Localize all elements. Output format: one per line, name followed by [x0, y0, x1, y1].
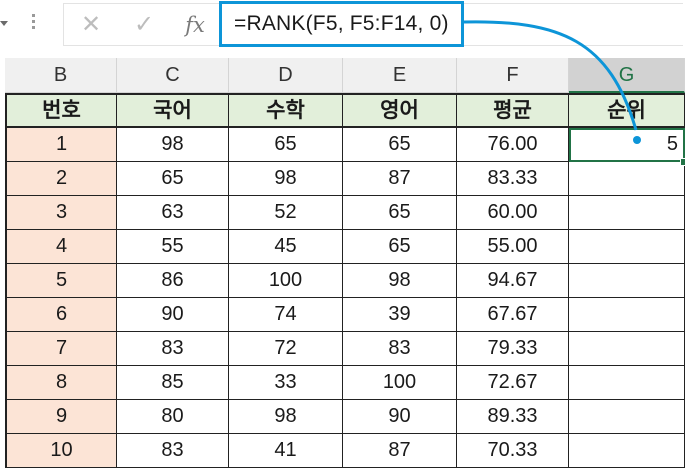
table-cell[interactable]: 90	[343, 400, 457, 434]
table-cell[interactable]: 83.33	[457, 162, 569, 196]
table-cell[interactable]: 83	[117, 434, 229, 468]
column-header-g[interactable]: G	[569, 58, 685, 93]
table-cell[interactable]: 79.33	[457, 332, 569, 366]
formula-buttons: ✕ ✓ fx	[63, 3, 221, 46]
table-cell[interactable]: 1	[5, 128, 117, 162]
table-cell[interactable]: 83	[117, 332, 229, 366]
table-cell[interactable]: 6	[5, 298, 117, 332]
table-cell[interactable]	[569, 332, 685, 366]
table-cell[interactable]: 94.67	[457, 264, 569, 298]
table-cell[interactable]: 83	[343, 332, 457, 366]
table-cell[interactable]: 98	[229, 400, 343, 434]
table-cell[interactable]: 85	[117, 366, 229, 400]
column-header-b[interactable]: B	[5, 58, 117, 93]
table-cell[interactable]: 9	[5, 400, 117, 434]
table-cell[interactable]: 39	[343, 298, 457, 332]
table-cell[interactable]: 45	[229, 230, 343, 264]
table-header-cell[interactable]: 수학	[229, 93, 343, 128]
table-cell[interactable]	[569, 366, 685, 400]
column-header-c[interactable]: C	[117, 58, 229, 93]
fill-handle[interactable]	[680, 158, 685, 166]
enter-icon[interactable]: ✓	[129, 10, 159, 40]
table-cell[interactable]: 67.67	[457, 298, 569, 332]
column-header-f[interactable]: F	[457, 58, 569, 93]
table-header-cell[interactable]: 번호	[5, 93, 117, 128]
table-cell[interactable]: 10	[5, 434, 117, 468]
table-cell[interactable]: 74	[229, 298, 343, 332]
table-cell[interactable]	[569, 196, 685, 230]
table-cell[interactable]: 89.33	[457, 400, 569, 434]
name-box-dropdown[interactable]	[0, 12, 10, 36]
table-cell[interactable]: 5	[5, 264, 117, 298]
table-cell[interactable]: 2	[5, 162, 117, 196]
table-cell[interactable]: 87	[343, 434, 457, 468]
table-cell[interactable]: 86	[117, 264, 229, 298]
table-cell[interactable]: 4	[5, 230, 117, 264]
table-cell[interactable]: 90	[117, 298, 229, 332]
table-cell[interactable]: 80	[117, 400, 229, 434]
table-cell[interactable]: 3	[5, 196, 117, 230]
insert-function-icon[interactable]: fx	[180, 10, 210, 40]
table-header-cell[interactable]: 영어	[343, 93, 457, 128]
table-cell[interactable]: 33	[229, 366, 343, 400]
table-cell[interactable]: 65	[343, 196, 457, 230]
formula-text[interactable]: =RANK(F5, F5:F14, 0)	[234, 12, 449, 36]
table-cell[interactable]	[569, 434, 685, 468]
table-cell[interactable]	[569, 230, 685, 264]
chevron-down-icon	[0, 21, 8, 26]
table-header-cell[interactable]: 국어	[117, 93, 229, 128]
table-cell[interactable]: 55.00	[457, 230, 569, 264]
row-header-edge	[0, 93, 5, 476]
cancel-icon[interactable]: ✕	[76, 10, 106, 40]
table-cell[interactable]: 72	[229, 332, 343, 366]
table-cell[interactable]: 76.00	[457, 128, 569, 162]
table-cell[interactable]: 98	[117, 128, 229, 162]
table-cell[interactable]: 7	[5, 332, 117, 366]
table-cell[interactable]: 52	[229, 196, 343, 230]
table-cell[interactable]: 72.67	[457, 366, 569, 400]
drag-handle-icon[interactable]	[32, 14, 36, 34]
table-cell[interactable]: 60.00	[457, 196, 569, 230]
table-cell[interactable]	[569, 162, 685, 196]
table-cell[interactable]	[569, 264, 685, 298]
table-cell[interactable]: 63	[117, 196, 229, 230]
table-cell[interactable]	[569, 400, 685, 434]
table-cell[interactable]: 8	[5, 366, 117, 400]
table-cell[interactable]: 55	[117, 230, 229, 264]
table-cell[interactable]: 65	[229, 128, 343, 162]
table-header-cell[interactable]: 평균	[457, 93, 569, 128]
column-header-d[interactable]: D	[229, 58, 343, 93]
column-header-e[interactable]: E	[343, 58, 457, 93]
table-cell[interactable]: 87	[343, 162, 457, 196]
table-cell[interactable]: 41	[229, 434, 343, 468]
table-cell[interactable]: 70.33	[457, 434, 569, 468]
table-header-cell[interactable]: 순위	[569, 93, 685, 128]
table-cell[interactable]: 65	[343, 128, 457, 162]
table-cell[interactable]	[569, 298, 685, 332]
table-cell[interactable]: 100	[343, 366, 457, 400]
formula-callout-box: =RANK(F5, F5:F14, 0)	[219, 1, 464, 47]
active-cell[interactable]: 5	[569, 128, 685, 162]
table-cell[interactable]: 98	[343, 264, 457, 298]
formula-bar: ✕ ✓ fx =RANK(F5, F5:F14, 0)	[0, 0, 685, 50]
table-cell[interactable]: 65	[117, 162, 229, 196]
table-cell[interactable]: 65	[343, 230, 457, 264]
table-cell[interactable]: 100	[229, 264, 343, 298]
table-cell[interactable]: 98	[229, 162, 343, 196]
